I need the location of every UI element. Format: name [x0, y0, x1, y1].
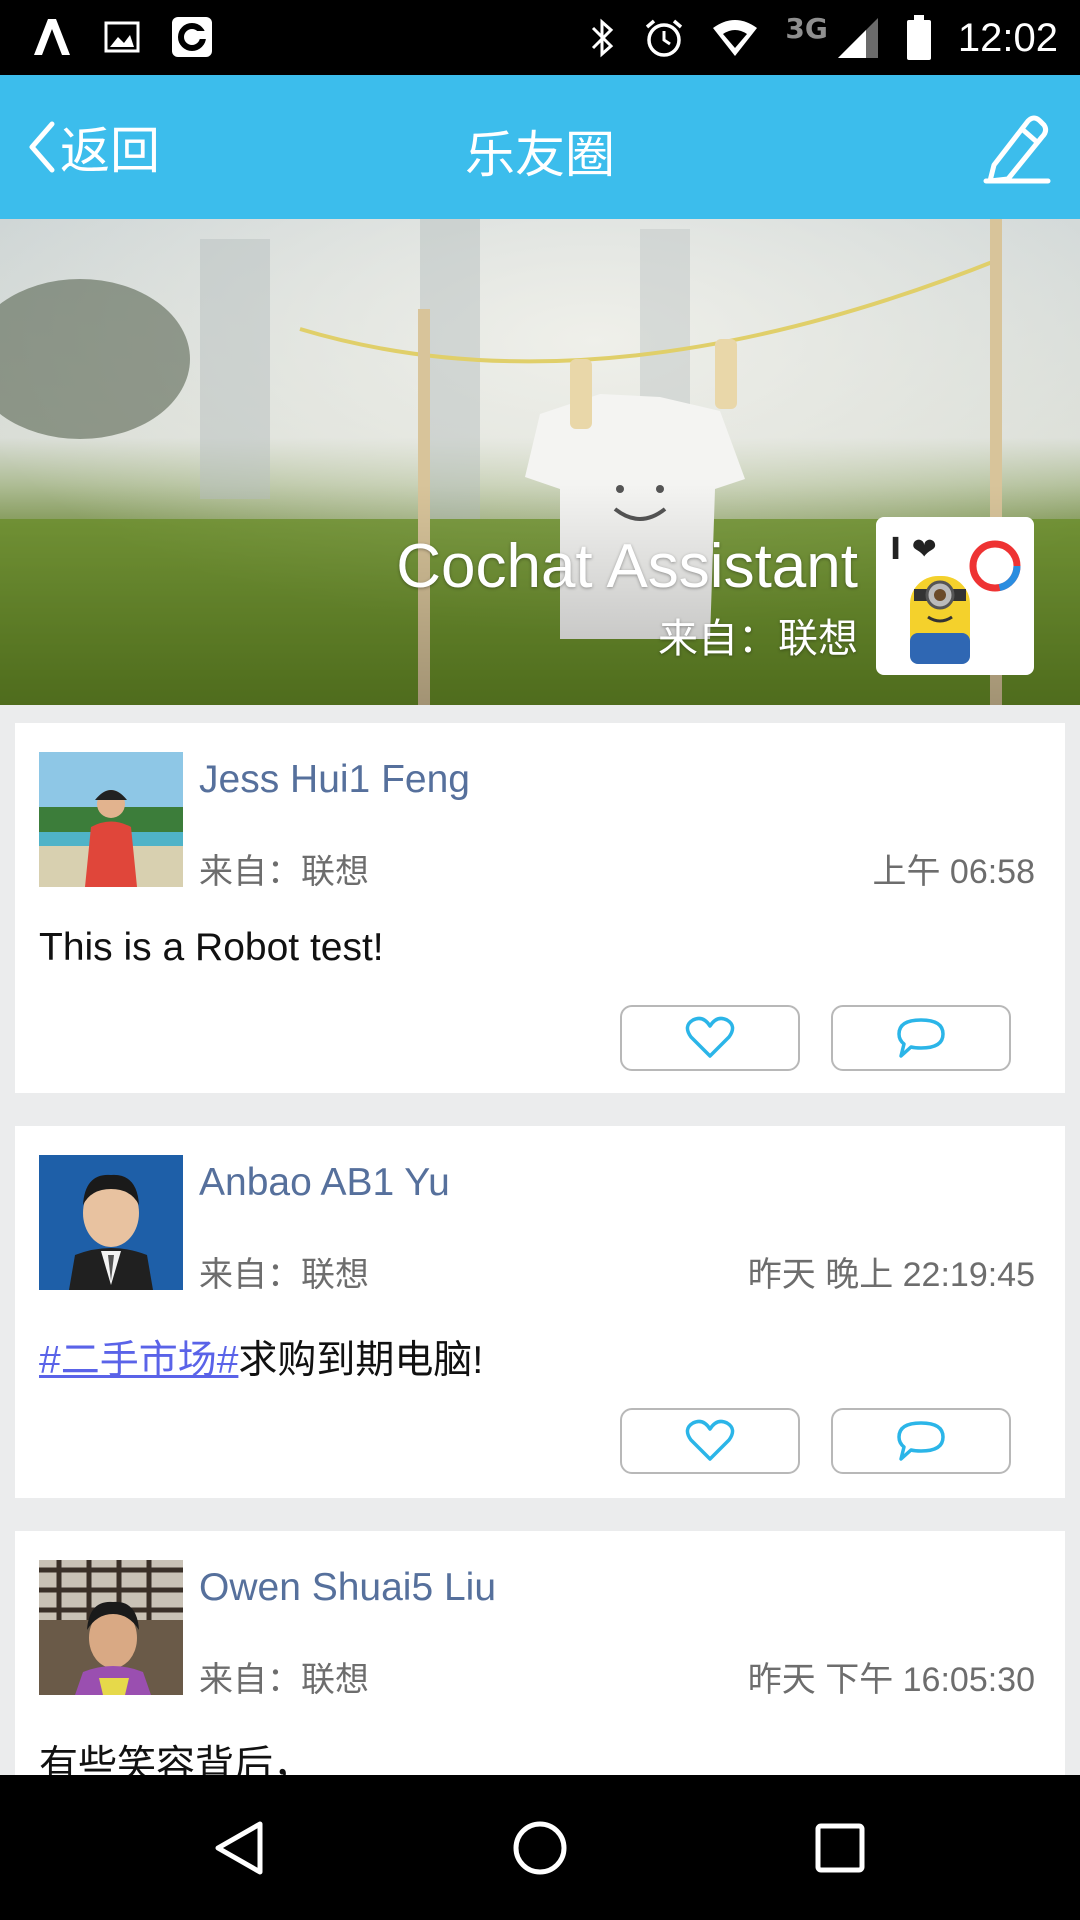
- comment-button[interactable]: [831, 1408, 1011, 1474]
- moments-feed[interactable]: Jess Hui1 Feng 来自：联想 上午 06:58 This is a …: [0, 705, 1080, 1775]
- like-button[interactable]: [620, 1408, 800, 1474]
- alarm-icon: [646, 19, 683, 57]
- author-name[interactable]: Anbao AB1 Yu: [199, 1161, 450, 1205]
- post-text: 有些笑容背后，: [39, 1744, 313, 1775]
- avatar-image: [39, 1155, 183, 1290]
- circle-home-icon: [513, 1821, 567, 1875]
- post-card: Owen Shuai5 Liu 来自：联想 昨天 下午 16:05:30 有些笑…: [15, 1531, 1065, 1775]
- like-button[interactable]: [620, 1005, 800, 1071]
- post-source: 来自：联想: [199, 1255, 369, 1295]
- app-notification-icon: [34, 19, 70, 55]
- speech-bubble-icon: [897, 1421, 945, 1461]
- cover-name: Cochat Assistant: [396, 532, 858, 601]
- sync-notification-icon: [172, 17, 212, 57]
- compose-button[interactable]: [980, 109, 1052, 185]
- page-title: 乐友圈: [465, 126, 615, 184]
- system-navigation-bar: [0, 1775, 1080, 1920]
- post-content: #二手市场#求购到期电脑!: [39, 1329, 483, 1385]
- heart-icon: [685, 1419, 735, 1461]
- square-recents-icon: [815, 1823, 865, 1873]
- author-avatar[interactable]: [39, 1155, 183, 1290]
- comment-button[interactable]: [831, 1005, 1011, 1071]
- clock: 12:02: [957, 15, 1058, 60]
- system-icons: 3G 12:02: [589, 8, 1058, 68]
- nav-home-button[interactable]: [500, 1813, 580, 1883]
- nav-recents-button[interactable]: [800, 1813, 880, 1883]
- cover-avatar[interactable]: I ❤: [876, 517, 1034, 675]
- post-card: Anbao AB1 Yu 来自：联想 昨天 晚上 22:19:45 #二手市场#…: [15, 1126, 1065, 1498]
- author-avatar[interactable]: [39, 752, 183, 887]
- image-notification-icon: [104, 21, 140, 53]
- speech-bubble-icon: [897, 1018, 945, 1058]
- cover-banner: Cochat Assistant 来自：联想 I ❤: [0, 219, 1080, 705]
- avatar-image: [39, 752, 183, 887]
- nav-back-button[interactable]: [200, 1813, 280, 1883]
- author-name[interactable]: Jess Hui1 Feng: [199, 758, 470, 802]
- pencil-icon: [983, 115, 1051, 184]
- post-text: This is a Robot test!: [39, 926, 384, 969]
- title-bar: 返回 乐友圈: [0, 75, 1080, 219]
- triangle-back-icon: [215, 1821, 263, 1875]
- post-text: 求购到期电脑!: [238, 1339, 484, 1382]
- post-time: 昨天 下午 16:05:30: [747, 1661, 1035, 1699]
- post-source: 来自：联想: [199, 852, 369, 892]
- author-avatar[interactable]: [39, 1560, 183, 1695]
- notification-icons: [30, 12, 214, 62]
- avatar-caption: I ❤: [890, 532, 937, 567]
- heart-icon: [685, 1016, 735, 1058]
- network-type-label: 3G: [785, 11, 828, 45]
- post-time: 上午 06:58: [872, 853, 1035, 891]
- bluetooth-icon: [592, 18, 614, 58]
- post-content: 有些笑容背后，: [39, 1734, 312, 1775]
- hashtag-link[interactable]: #二手市场#: [39, 1339, 238, 1382]
- signal-icon: [837, 18, 878, 58]
- post-source: 来自：联想: [199, 1660, 369, 1700]
- post-card: Jess Hui1 Feng 来自：联想 上午 06:58 This is a …: [15, 723, 1065, 1093]
- status-bar: 3G 12:02: [0, 0, 1080, 75]
- avatar-image: [39, 1560, 183, 1695]
- post-content: This is a Robot test!: [39, 926, 384, 970]
- battery-icon: [906, 15, 931, 60]
- post-time: 昨天 晚上 22:19:45: [747, 1256, 1035, 1294]
- author-name[interactable]: Owen Shuai5 Liu: [199, 1566, 496, 1610]
- minion-avatar-image: I ❤: [880, 521, 1030, 671]
- cover-source: 来自：联想: [658, 616, 858, 662]
- wifi-icon: [713, 20, 758, 56]
